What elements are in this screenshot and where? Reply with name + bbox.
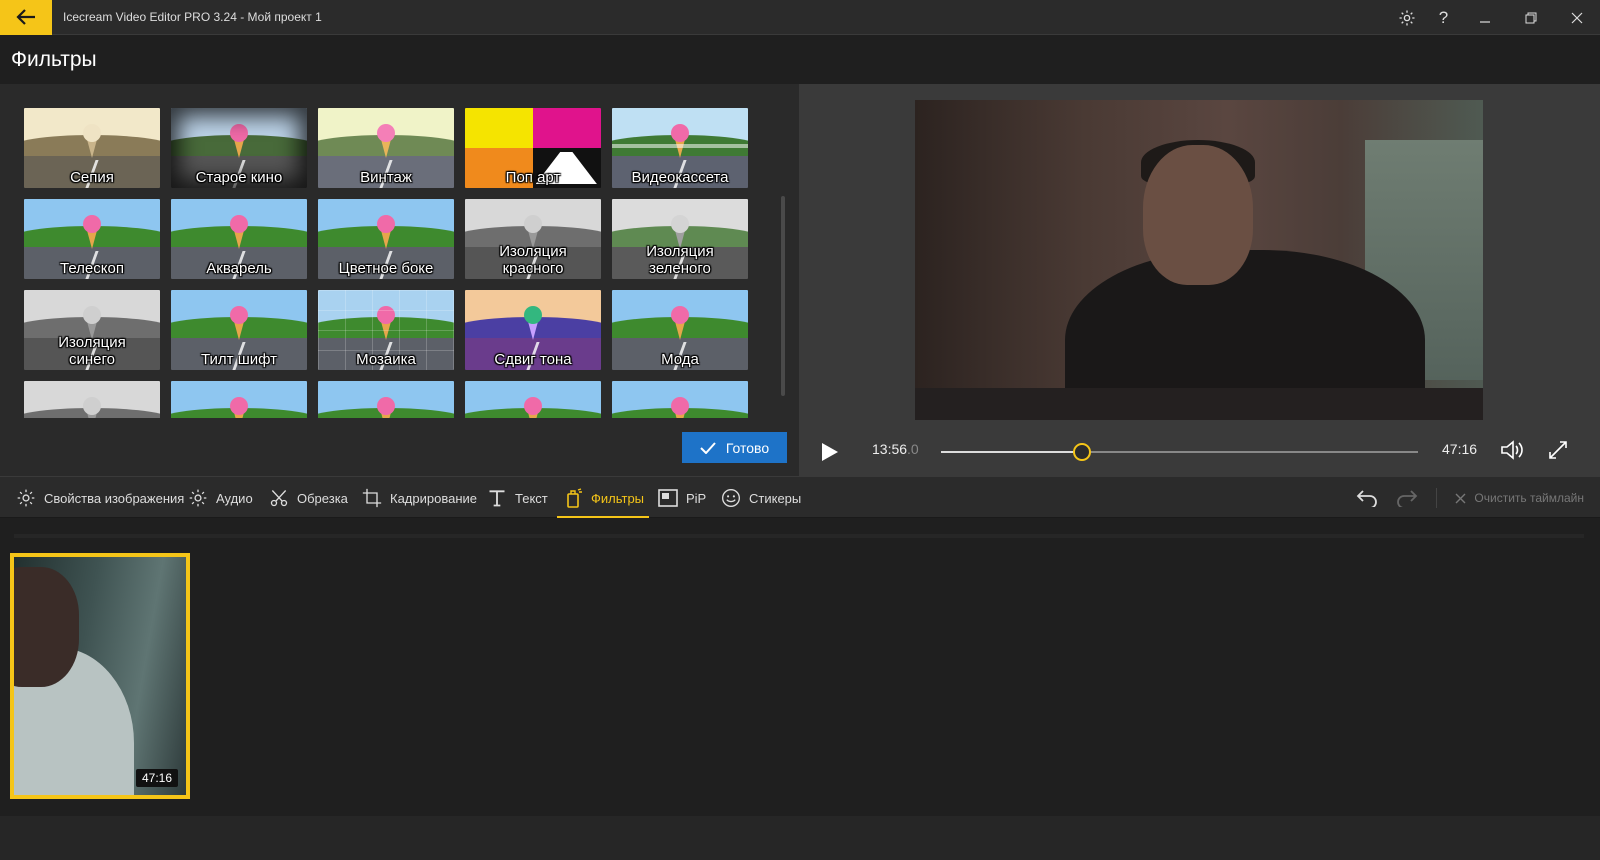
filter-label: Изоляция зеленого: [646, 243, 714, 277]
filter-thumb[interactable]: Телескоп: [24, 199, 160, 279]
filter-thumb[interactable]: Мозаика: [318, 290, 454, 370]
timeline-ruler[interactable]: [14, 534, 1584, 538]
timeline-footer: [0, 816, 1600, 860]
close-icon: [1571, 12, 1583, 23]
filter-thumb[interactable]: [612, 381, 748, 418]
tool-stickers[interactable]: Стикеры: [721, 477, 801, 519]
back-button[interactable]: [0, 0, 52, 35]
seek-knob[interactable]: [1072, 443, 1091, 461]
filters-panel: Сепия Старое кино Винтаж Поп арт Видеока…: [0, 84, 799, 476]
filter-label: Телескоп: [60, 260, 124, 277]
restore-button[interactable]: [1508, 0, 1554, 35]
player-controls: 13:56.0 47:16: [799, 428, 1600, 476]
filter-label: Сепия: [70, 169, 114, 186]
tool-audio[interactable]: Аудио: [188, 477, 253, 519]
filter-thumb[interactable]: Изоляция зеленого: [612, 199, 748, 279]
back-arrow-icon: [16, 9, 35, 25]
seek-progress: [941, 451, 1082, 453]
toolbar-right: Очистить таймлайн: [1356, 477, 1584, 519]
undo-icon[interactable]: [1356, 489, 1378, 507]
filters-grid: Сепия Старое кино Винтаж Поп арт Видеока…: [24, 108, 757, 418]
tool-trim[interactable]: Обрезка: [269, 477, 348, 519]
filter-thumb[interactable]: Акварель: [171, 199, 307, 279]
clip-duration: 47:16: [135, 769, 178, 787]
play-icon[interactable]: [821, 442, 839, 462]
app-window: Icecream Video Editor PRO 3.24 - Мой про…: [0, 0, 1600, 860]
filter-thumb[interactable]: Цветное боке: [318, 199, 454, 279]
restore-icon: [1525, 12, 1537, 23]
crop-icon: [362, 488, 382, 508]
settings-button[interactable]: [1388, 0, 1425, 35]
help-button[interactable]: ?: [1425, 0, 1462, 35]
filter-thumb[interactable]: [171, 381, 307, 418]
filter-thumb[interactable]: Изоляция красного: [465, 199, 601, 279]
minimize-button[interactable]: [1462, 0, 1508, 35]
gear-icon: [189, 489, 207, 507]
video-preview[interactable]: [915, 100, 1483, 420]
filter-thumb[interactable]: Винтаж: [318, 108, 454, 188]
filter-label: Видеокассета: [631, 169, 729, 186]
done-button[interactable]: Готово: [682, 432, 787, 463]
redo-icon[interactable]: [1396, 489, 1418, 507]
tool-filters[interactable]: Фильтры: [556, 477, 650, 519]
filter-thumb[interactable]: [465, 381, 601, 418]
filter-thumb[interactable]: Изоляция синего: [24, 290, 160, 370]
gear-icon: [17, 489, 35, 507]
text-icon: [489, 490, 505, 507]
filter-label: Поп арт: [505, 169, 561, 186]
check-icon: [700, 441, 716, 454]
filter-label: Акварель: [206, 260, 272, 277]
tool-crop[interactable]: Кадрирование: [362, 477, 477, 519]
scissors-icon: [270, 490, 288, 507]
filter-thumb[interactable]: Мода: [612, 290, 748, 370]
smiley-icon: [722, 489, 740, 507]
clear-timeline-button[interactable]: Очистить таймлайн: [1455, 491, 1584, 505]
title-bar: Icecream Video Editor PRO 3.24 - Мой про…: [0, 0, 1600, 35]
filter-thumb[interactable]: [24, 381, 160, 418]
tool-pip[interactable]: PiP: [658, 477, 706, 519]
window-title: Icecream Video Editor PRO 3.24 - Мой про…: [63, 10, 322, 24]
filter-label: Старое кино: [195, 169, 283, 186]
timeline: 47:16: [0, 518, 1600, 816]
minimize-icon: [1480, 20, 1490, 23]
filter-label: Изоляция синего: [58, 334, 126, 368]
tool-text[interactable]: Текст: [487, 477, 548, 519]
filter-thumb[interactable]: Тилт шифт: [171, 290, 307, 370]
filter-thumb[interactable]: [318, 381, 454, 418]
window-controls: ?: [1388, 0, 1600, 35]
close-button[interactable]: [1554, 0, 1600, 35]
filter-bucket-icon: [567, 488, 582, 508]
filter-thumb[interactable]: Сепия: [24, 108, 160, 188]
filter-label: Мозаика: [356, 351, 416, 368]
preview-panel: [799, 84, 1600, 476]
tool-image-properties[interactable]: Свойства изображения: [16, 477, 184, 519]
page-title: Фильтры: [11, 48, 97, 71]
filter-label: Цветное боке: [338, 260, 434, 277]
filter-thumb[interactable]: Старое кино: [171, 108, 307, 188]
done-button-label: Готово: [725, 439, 770, 456]
filters-scrollbar[interactable]: [781, 196, 785, 396]
volume-icon[interactable]: [1500, 439, 1526, 461]
close-icon: [1455, 493, 1466, 503]
filter-thumb[interactable]: Видеокассета: [612, 108, 748, 188]
filter-label: Тилт шифт: [201, 351, 277, 368]
edit-toolbar: Свойства изображения Аудио Обрезка Кадри…: [0, 476, 1600, 519]
fullscreen-icon[interactable]: [1548, 440, 1568, 460]
help-icon: ?: [1438, 7, 1449, 27]
total-time: 47:16: [1442, 441, 1478, 457]
filter-label: Мода: [661, 351, 699, 368]
timeline-clip[interactable]: 47:16: [10, 553, 190, 799]
pip-icon: [658, 489, 678, 507]
filter-label: Винтаж: [360, 169, 412, 186]
filter-label: Изоляция красного: [499, 243, 567, 277]
filter-thumb[interactable]: Поп арт: [465, 108, 601, 188]
gear-icon: [1399, 10, 1414, 25]
filter-thumb[interactable]: Сдвиг тона: [465, 290, 601, 370]
filter-label: Сдвиг тона: [494, 351, 572, 368]
current-time: 13:56.0: [872, 441, 919, 457]
